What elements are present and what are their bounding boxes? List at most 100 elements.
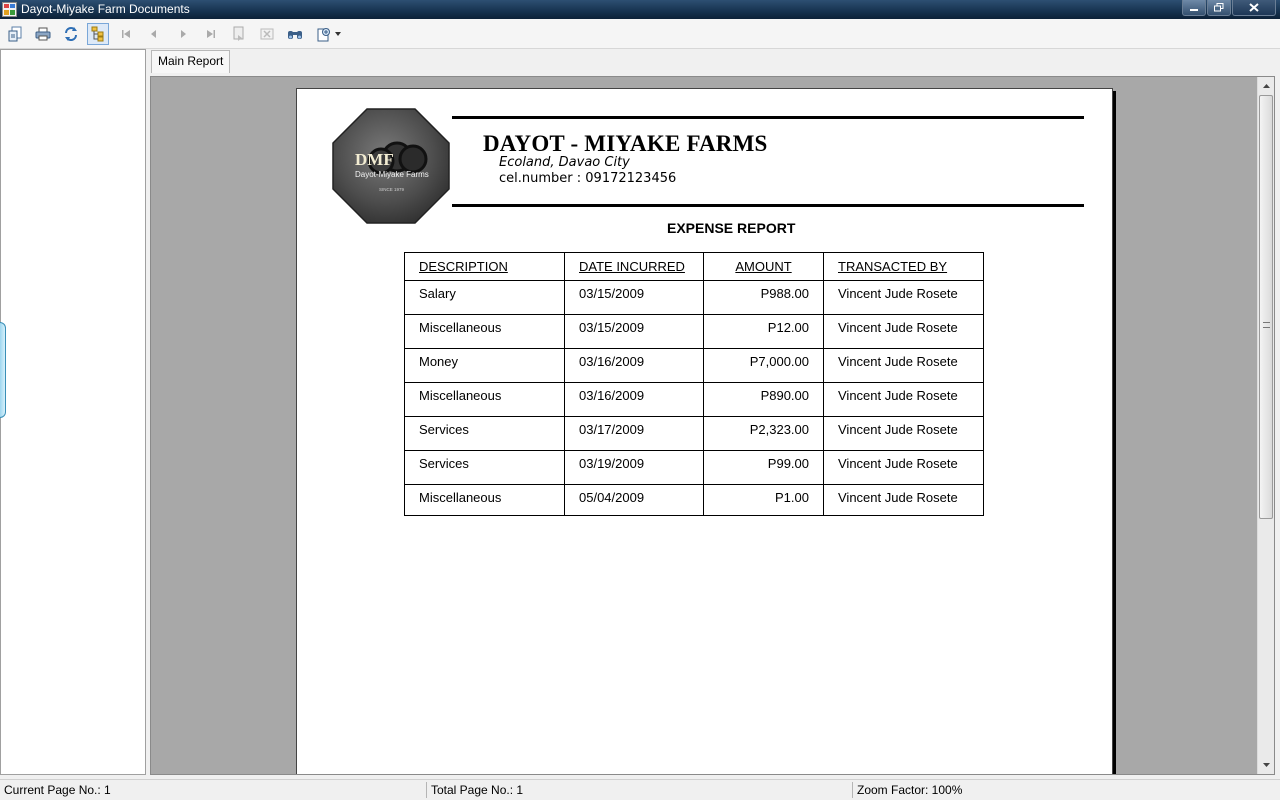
export-icon — [8, 26, 22, 42]
table-row: Miscellaneous 03/16/2009 P890.00 Vincent… — [404, 382, 984, 417]
previous-page-button[interactable] — [143, 23, 165, 45]
last-page-icon — [207, 30, 215, 38]
toggle-group-tree-icon — [91, 26, 104, 42]
cell-description: Money — [404, 348, 565, 383]
cell-amount: P7,000.00 — [703, 348, 824, 383]
header-rule-top — [452, 116, 1084, 119]
header-rule-bottom — [452, 204, 1084, 207]
cell-transacted-by: Vincent Jude Rosete — [823, 416, 984, 451]
cell-transacted-by: Vincent Jude Rosete — [823, 450, 984, 485]
column-header-transacted-by: TRANSACTED BY — [823, 252, 984, 281]
cell-description: Miscellaneous — [404, 314, 565, 349]
toggle-group-tree-button[interactable] — [87, 23, 109, 45]
goto-page-icon — [233, 26, 244, 41]
restore-icon — [1214, 3, 1224, 12]
scroll-thumb[interactable] — [1259, 95, 1273, 519]
cell-description: Services — [404, 450, 565, 485]
table-row: Salary 03/15/2009 P988.00 Vincent Jude R… — [404, 280, 984, 315]
window-title: Dayot-Miyake Farm Documents — [21, 2, 190, 16]
cell-transacted-by: Vincent Jude Rosete — [823, 280, 984, 315]
company-address: Ecoland, Davao City — [499, 155, 630, 170]
refresh-icon — [65, 27, 77, 41]
logo-tagline: SINCE 1979 — [379, 187, 405, 192]
table-row: Miscellaneous 03/15/2009 P12.00 Vincent … — [404, 314, 984, 349]
previous-page-icon — [151, 30, 156, 38]
current-page-status: Current Page No.: 1 — [4, 783, 111, 797]
cell-date: 03/15/2009 — [564, 314, 704, 349]
column-header-date: DATE INCURRED — [564, 252, 704, 281]
cell-description: Miscellaneous — [404, 484, 565, 516]
cell-amount: P99.00 — [703, 450, 824, 485]
tab-main-report[interactable]: Main Report — [151, 50, 231, 73]
close-view-button[interactable] — [256, 23, 278, 45]
toolbar — [0, 19, 1280, 49]
cell-amount: P1.00 — [703, 484, 824, 516]
close-button[interactable] — [1232, 0, 1276, 16]
print-icon — [35, 27, 51, 41]
group-tree-panel[interactable] — [0, 49, 146, 775]
find-button[interactable] — [284, 23, 306, 45]
cell-date: 03/16/2009 — [564, 348, 704, 383]
company-phone: cel.number : 09172123456 — [499, 171, 677, 186]
cell-date: 03/15/2009 — [564, 280, 704, 315]
next-page-icon — [181, 30, 186, 38]
chevron-down-icon — [334, 32, 341, 36]
restore-button[interactable] — [1207, 0, 1231, 16]
side-panel-handle[interactable] — [0, 322, 6, 418]
table-row: Services 03/19/2009 P99.00 Vincent Jude … — [404, 450, 984, 485]
scroll-down-icon — [1262, 763, 1270, 767]
cell-date: 03/19/2009 — [564, 450, 704, 485]
company-logo: DMF Dayot-Miyake Farms SINCE 1979 — [332, 108, 450, 224]
minimize-button[interactable] — [1182, 0, 1206, 16]
cell-description: Services — [404, 416, 565, 451]
table-row: Services 03/17/2009 P2,323.00 Vincent Ju… — [404, 416, 984, 451]
vertical-scrollbar[interactable] — [1257, 77, 1274, 774]
close-view-icon — [260, 28, 274, 40]
cell-amount: P890.00 — [703, 382, 824, 417]
first-page-button[interactable] — [115, 23, 137, 45]
cell-transacted-by: Vincent Jude Rosete — [823, 484, 984, 516]
export-button[interactable] — [4, 23, 26, 45]
cell-description: Miscellaneous — [404, 382, 565, 417]
cell-date: 05/04/2009 — [564, 484, 704, 516]
first-page-icon — [122, 30, 130, 38]
print-button[interactable] — [32, 23, 54, 45]
scroll-up-button[interactable] — [1258, 78, 1274, 94]
report-viewer[interactable]: DMF Dayot-Miyake Farms SINCE 1979 DAYOT … — [150, 76, 1275, 775]
next-page-button[interactable] — [172, 23, 194, 45]
title-bar: Dayot-Miyake Farm Documents — [0, 0, 1280, 19]
minimize-icon — [1190, 8, 1198, 11]
column-header-amount: AMOUNT — [703, 252, 824, 281]
cell-amount: P988.00 — [703, 280, 824, 315]
cell-transacted-by: Vincent Jude Rosete — [823, 382, 984, 417]
zoom-icon — [317, 28, 330, 42]
table-header-row: DESCRIPTION DATE INCURRED AMOUNT TRANSAC… — [404, 252, 984, 281]
logo-subtext: Dayot-Miyake Farms — [355, 170, 429, 179]
scroll-up-icon — [1262, 84, 1270, 88]
cell-transacted-by: Vincent Jude Rosete — [823, 348, 984, 383]
cell-amount: P2,323.00 — [703, 416, 824, 451]
cell-amount: P12.00 — [703, 314, 824, 349]
zoom-factor-status: Zoom Factor: 100% — [857, 783, 963, 797]
scroll-down-button[interactable] — [1258, 757, 1274, 773]
zoom-dropdown[interactable] — [312, 23, 344, 45]
table-row: Miscellaneous 05/04/2009 P1.00 Vincent J… — [404, 484, 984, 516]
refresh-button[interactable] — [60, 23, 82, 45]
expense-table: DESCRIPTION DATE INCURRED AMOUNT TRANSAC… — [404, 252, 984, 516]
report-tabstrip: Main Report — [148, 49, 1280, 75]
cell-date: 03/16/2009 — [564, 382, 704, 417]
status-bar: Current Page No.: 1 Total Page No.: 1 Zo… — [0, 779, 1280, 800]
table-row: Money 03/16/2009 P7,000.00 Vincent Jude … — [404, 348, 984, 383]
report-page: DMF Dayot-Miyake Farms SINCE 1979 DAYOT … — [296, 88, 1113, 774]
cell-description: Salary — [404, 280, 565, 315]
report-title: EXPENSE REPORT — [667, 220, 796, 236]
total-page-status: Total Page No.: 1 — [431, 783, 524, 797]
last-page-button[interactable] — [200, 23, 222, 45]
cell-transacted-by: Vincent Jude Rosete — [823, 314, 984, 349]
goto-page-button[interactable] — [228, 23, 250, 45]
company-name: DAYOT - MIYAKE FARMS — [483, 131, 768, 156]
find-icon — [288, 31, 302, 39]
column-header-description: DESCRIPTION — [404, 252, 565, 281]
logo-text: DMF — [355, 150, 394, 169]
cell-date: 03/17/2009 — [564, 416, 704, 451]
